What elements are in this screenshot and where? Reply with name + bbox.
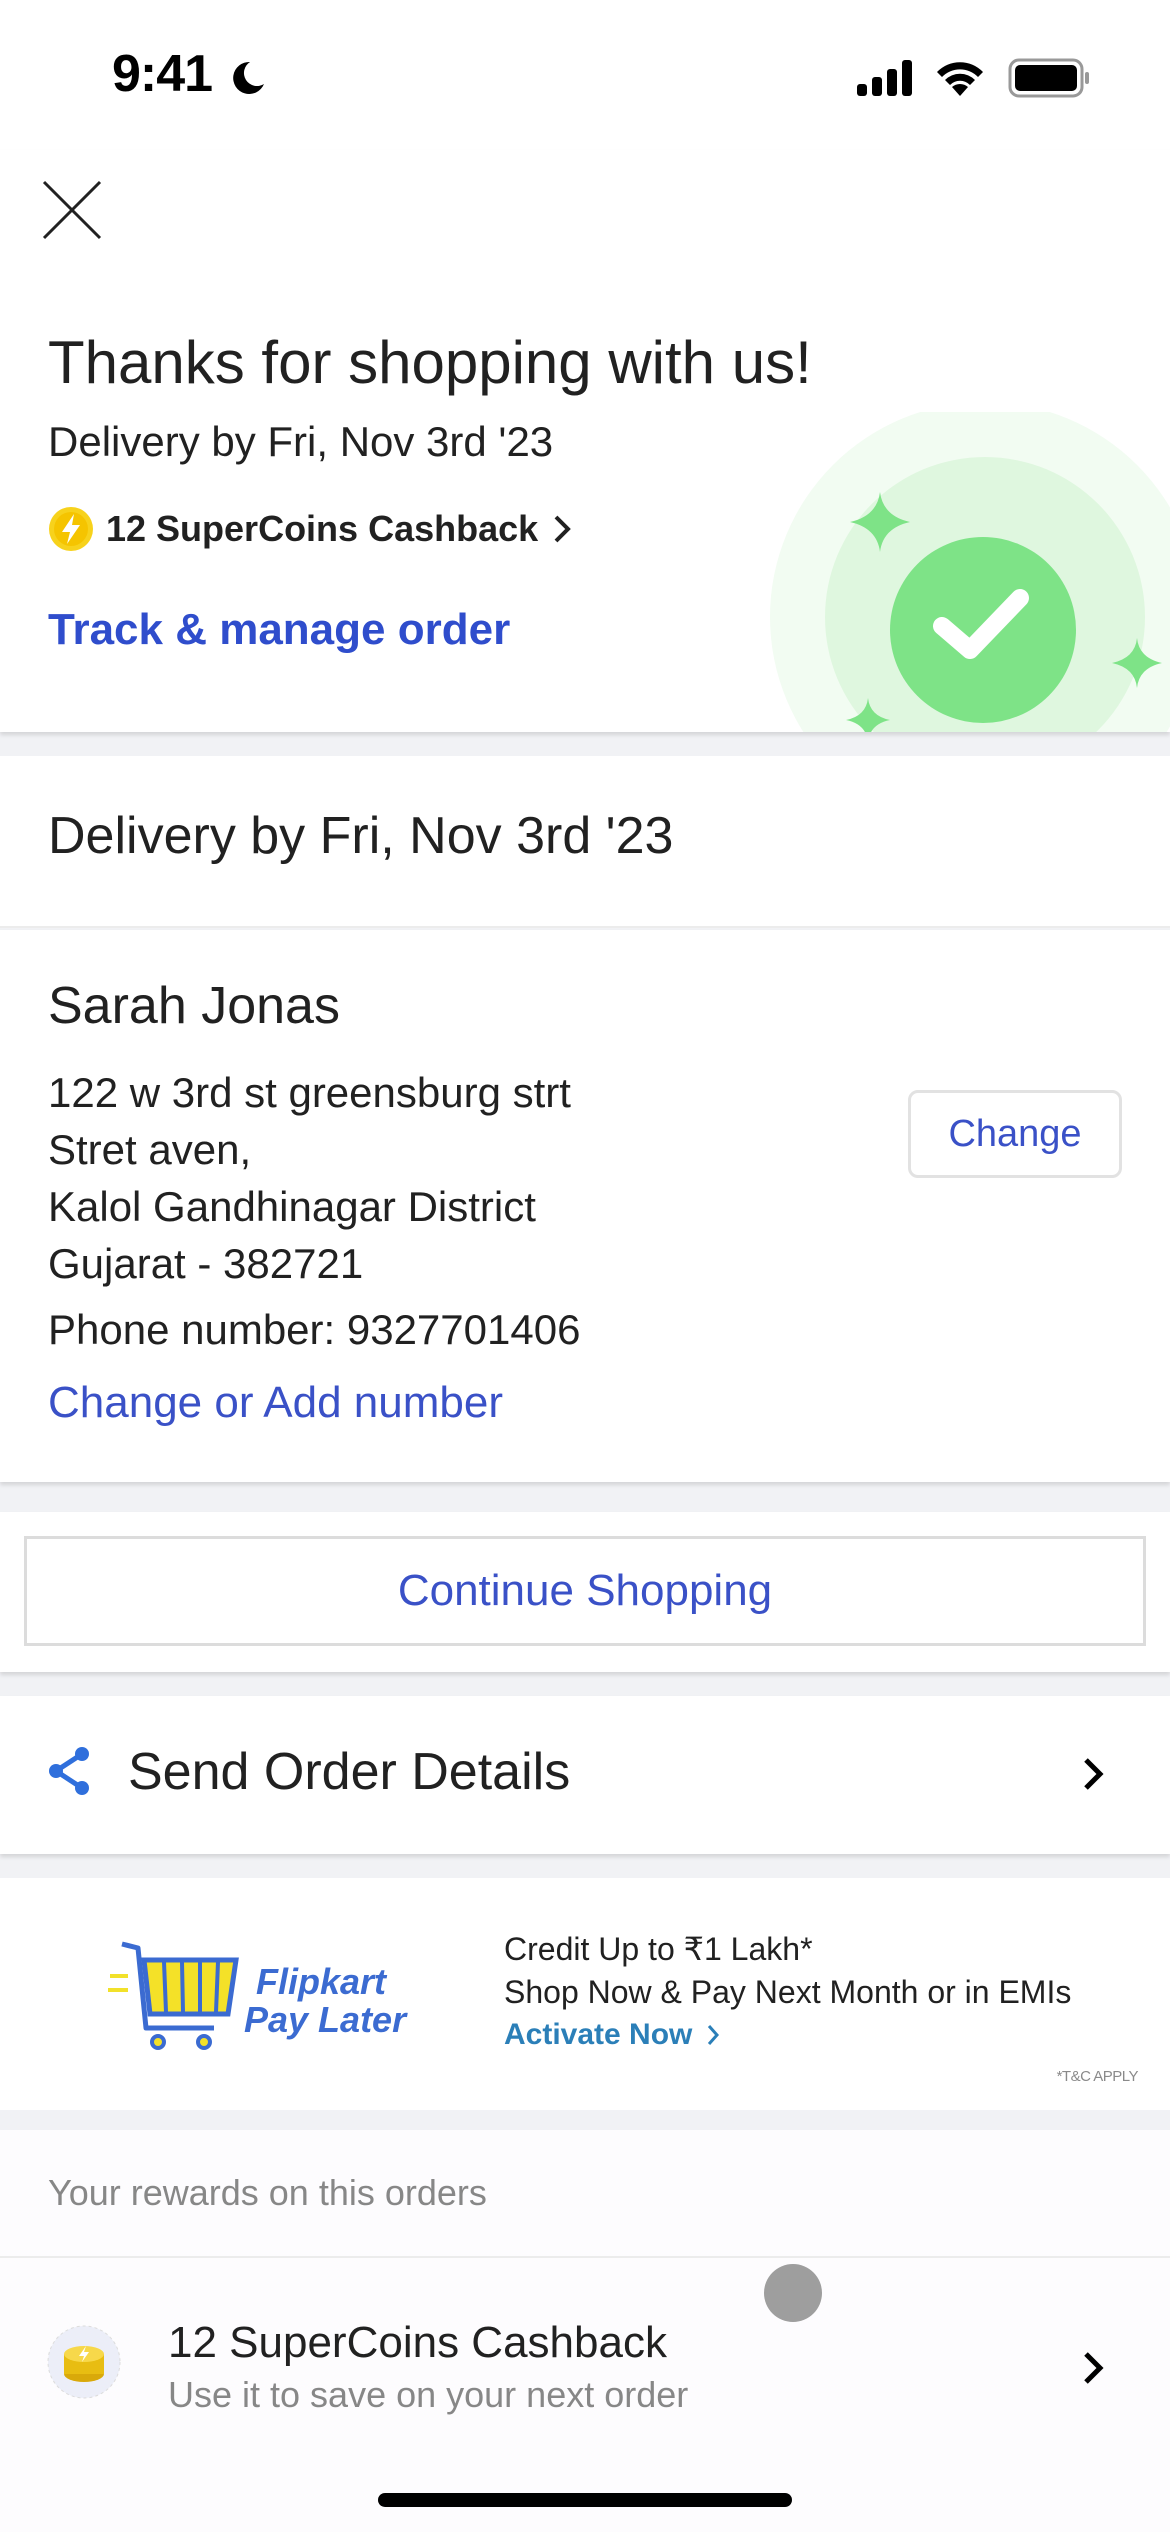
reward-title: 12 SuperCoins Cashback — [168, 2318, 667, 2367]
rewards-section: Your rewards on this orders 12 SuperCoin… — [0, 2130, 1170, 2532]
chevron-right-icon — [1084, 1758, 1104, 1790]
activate-now-label: Activate Now — [504, 2018, 693, 2051]
pay-later-banner[interactable]: Flipkart Pay Later Credit Up to ₹1 Lakh*… — [0, 1878, 1170, 2110]
logo-text-pay-later: Pay Later — [244, 1999, 408, 2040]
chevron-right-icon — [554, 515, 572, 543]
order-success-header: Thanks for shopping with us! Delivery by… — [0, 150, 1170, 732]
pay-later-headline: Credit Up to ₹1 Lakh* — [504, 1931, 813, 1967]
cellular-signal-icon — [857, 60, 912, 96]
rewards-header: Your rewards on this orders — [48, 2172, 487, 2213]
send-order-details-row[interactable]: Send Order Details — [0, 1696, 1170, 1854]
continue-shopping-section: Continue Shopping — [0, 1512, 1170, 1672]
wifi-icon — [937, 62, 983, 96]
change-address-button[interactable]: Change — [908, 1090, 1122, 1178]
success-checkmark-icon — [770, 412, 1170, 732]
chevron-right-icon — [708, 2025, 720, 2045]
address-line: 122 w 3rd st greensburg strt — [48, 1069, 571, 1116]
touch-indicator — [764, 2264, 822, 2322]
track-manage-order-link[interactable]: Track & manage order — [48, 605, 510, 655]
pay-later-subline: Shop Now & Pay Next Month or in EMIs — [504, 1974, 1072, 2010]
divider — [0, 2256, 1170, 2258]
battery-icon — [1008, 58, 1089, 98]
shipping-address-section: Sarah Jonas 122 w 3rd st greensburg strt… — [0, 930, 1170, 1482]
supercoin-stack-icon — [47, 2325, 121, 2399]
delivery-info-section: Delivery by Fri, Nov 3rd '23 — [0, 756, 1170, 928]
share-icon — [49, 1747, 89, 1795]
supercoins-label: 12 SuperCoins Cashback — [106, 508, 539, 549]
status-time: 9:41 — [112, 45, 213, 103]
home-indicator[interactable] — [378, 2493, 792, 2507]
page-title: Thanks for shopping with us! — [48, 329, 812, 396]
continue-shopping-button[interactable]: Continue Shopping — [24, 1536, 1146, 1646]
status-bar: 9:41 — [0, 0, 1170, 150]
recipient-name: Sarah Jonas — [48, 977, 340, 1035]
activate-now-link[interactable]: Activate Now — [504, 2018, 720, 2052]
close-icon[interactable] — [38, 176, 106, 244]
supercoin-lightning-icon — [49, 507, 93, 551]
change-add-number-link[interactable]: Change or Add number — [48, 1378, 503, 1428]
terms-disclaimer: *T&C APPLY — [1056, 2068, 1139, 2085]
moon-icon — [233, 61, 264, 94]
delivery-date-text: Delivery by Fri, Nov 3rd '23 — [48, 807, 674, 865]
address-line: Gujarat - 382721 — [48, 1240, 364, 1287]
address-line: Kalol Gandhinagar District — [48, 1183, 536, 1230]
supercoins-cashback-link[interactable]: 12 SuperCoins Cashback — [48, 506, 574, 552]
reward-subtitle: Use it to save on your next order — [168, 2374, 689, 2415]
address-lines: 122 w 3rd st greensburg strt Stret aven,… — [48, 1064, 571, 1292]
send-order-details-label: Send Order Details — [128, 1743, 571, 1801]
address-line: Stret aven, — [48, 1126, 252, 1173]
logo-text-flipkart: Flipkart — [256, 1961, 388, 2002]
order-confirmation-screen: 9:41 Thanks for shopping with us! Delive… — [0, 0, 1170, 2532]
phone-number: Phone number: 9327701406 — [48, 1306, 581, 1353]
delivery-date: Delivery by Fri, Nov 3rd '23 — [48, 418, 554, 465]
chevron-right-icon — [1084, 2352, 1104, 2384]
flipkart-pay-later-logo: Flipkart Pay Later — [108, 1941, 408, 2050]
